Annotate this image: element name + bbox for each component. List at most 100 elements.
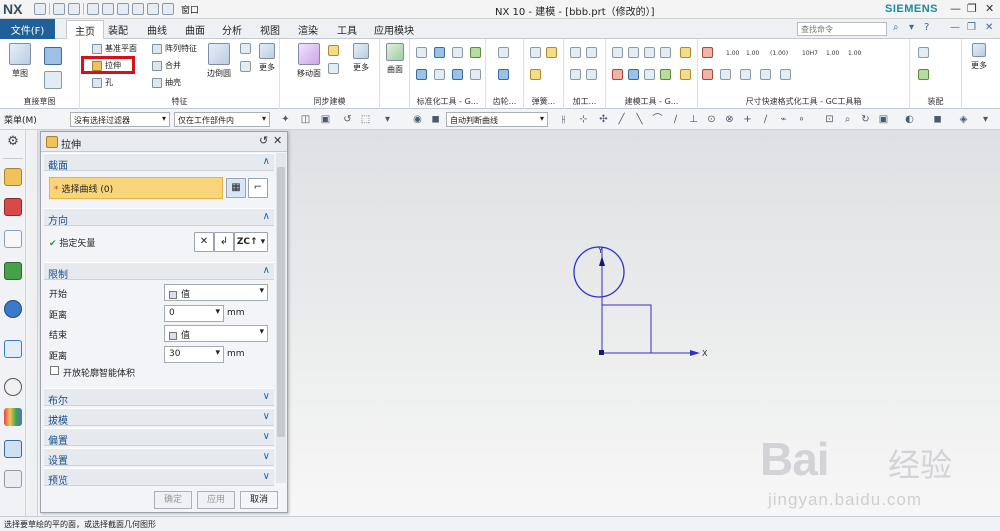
window-menu[interactable]: 窗口 xyxy=(181,3,199,16)
part-navigator-icon[interactable] xyxy=(4,230,22,248)
model-tool-1-icon[interactable] xyxy=(612,47,623,58)
profile-icon[interactable] xyxy=(44,47,62,65)
main-menu-button[interactable]: 菜单(M) xyxy=(4,113,37,126)
curve-rule-select[interactable]: 自动判断曲线 xyxy=(446,112,548,127)
cut-icon[interactable] xyxy=(87,3,99,15)
start-type-select[interactable]: 值 xyxy=(164,284,268,301)
mach-tool-3-icon[interactable] xyxy=(570,69,581,80)
display-options-icon[interactable]: ◈ xyxy=(958,114,969,125)
save-icon[interactable] xyxy=(34,3,46,15)
filter-icon[interactable]: ✦ xyxy=(280,114,291,125)
spring-tool-2-icon[interactable] xyxy=(546,47,557,58)
pull-face-icon[interactable] xyxy=(328,45,339,56)
std-tool-7-icon[interactable] xyxy=(452,69,463,80)
dim-tool-icon[interactable] xyxy=(702,47,713,58)
reuse-library-icon[interactable] xyxy=(4,262,22,280)
reverse-direction-button[interactable]: ✕ xyxy=(194,232,214,252)
orient-view-icon[interactable]: ◐ xyxy=(904,114,915,125)
section-header-offset[interactable]: 偏置 ∨ xyxy=(44,428,274,447)
restore-button[interactable]: ❐ xyxy=(967,2,977,15)
snap-quadrant-icon[interactable]: ⊗ xyxy=(724,114,735,125)
assembly-navigator-icon[interactable] xyxy=(4,168,22,186)
add-component-icon[interactable] xyxy=(918,69,929,80)
snap-center-icon[interactable]: ⊙ xyxy=(706,114,717,125)
copy-icon[interactable] xyxy=(102,3,114,15)
doc-close-button[interactable]: ✕ xyxy=(985,22,993,33)
fit-view-icon[interactable]: ⊡ xyxy=(824,114,835,125)
tab-assembly[interactable]: 装配 xyxy=(108,22,128,37)
asm-tool-1-icon[interactable] xyxy=(918,47,929,58)
std-tool-3-icon[interactable] xyxy=(452,47,463,58)
dialog-scrollbar[interactable] xyxy=(276,153,286,483)
std-tool-5-icon[interactable] xyxy=(416,69,427,80)
file-tab[interactable]: 文件(F) xyxy=(0,19,55,39)
dim-label-1[interactable]: 1.00 xyxy=(726,50,739,57)
snap-point-3-icon[interactable]: ╲ xyxy=(634,114,645,125)
model-tool-5-icon[interactable] xyxy=(680,47,691,58)
doc-minimize-button[interactable]: — xyxy=(950,22,960,33)
spring-tool-1-icon[interactable] xyxy=(530,47,541,58)
apply-button[interactable]: 应用 xyxy=(197,491,235,509)
type-filter-select[interactable]: 没有选择过滤器 xyxy=(70,112,170,127)
hd3d-tools-icon[interactable] xyxy=(4,300,22,318)
vector-type-dropdown[interactable]: ZC↑ ▾ xyxy=(234,232,268,252)
dim-label-2[interactable]: 1.00 xyxy=(746,50,759,57)
system-materials-icon[interactable] xyxy=(4,408,22,426)
follow-fillet-icon[interactable]: ⊹ xyxy=(578,114,589,125)
select-all-icon[interactable]: ◫ xyxy=(300,114,311,125)
diameter-icon[interactable] xyxy=(740,69,751,80)
model-tool-9-icon[interactable] xyxy=(660,69,671,80)
surface-button[interactable]: 曲面 xyxy=(382,43,408,75)
repeat-command-icon[interactable] xyxy=(147,3,159,15)
sketch-rectangle[interactable] xyxy=(601,304,652,354)
std-tool-6-icon[interactable] xyxy=(434,69,445,80)
minimize-button[interactable]: — xyxy=(950,2,961,15)
chamfer-icon[interactable] xyxy=(240,43,251,54)
end-type-select[interactable]: 值 xyxy=(164,325,268,342)
snap-point-7-icon[interactable]: + xyxy=(742,114,753,125)
dim-label-6[interactable]: 1.00 xyxy=(848,50,861,57)
dim-tool-2-icon[interactable] xyxy=(702,69,713,80)
dialog-close-icon[interactable]: ✕ xyxy=(273,134,282,147)
section-header-preview[interactable]: 预览 ∨ xyxy=(44,468,274,487)
deselect-icon[interactable]: ▾ xyxy=(382,114,393,125)
cancel-button[interactable]: 取消 xyxy=(240,491,278,509)
select-curve-row[interactable]: * 选择曲线 (0) xyxy=(49,177,223,199)
more-sync-button[interactable]: 更多 xyxy=(348,43,374,73)
body-select-icon[interactable]: ◉ xyxy=(412,114,423,125)
mach-tool-1-icon[interactable] xyxy=(570,47,581,58)
snap-point-6-icon[interactable]: ⊥ xyxy=(688,114,699,125)
diameter-2-icon[interactable] xyxy=(760,69,771,80)
model-tool-4-icon[interactable] xyxy=(660,47,671,58)
open-profile-checkbox[interactable] xyxy=(50,366,59,375)
tab-home[interactable]: 主页 xyxy=(66,20,104,39)
mach-tool-2-icon[interactable] xyxy=(586,47,597,58)
sketch-section-button[interactable]: ▦ xyxy=(226,178,246,198)
touch-mode-icon[interactable] xyxy=(132,3,144,15)
section-header-draft[interactable]: 拔模 ∨ xyxy=(44,408,274,427)
snap-point-2-icon[interactable]: ╱ xyxy=(616,114,627,125)
settings-icon[interactable]: ⚙ xyxy=(4,134,22,152)
curve-section-button[interactable]: ⌐ xyxy=(248,178,268,198)
rectangle-icon[interactable] xyxy=(44,71,62,89)
gear-tool-2-icon[interactable] xyxy=(498,69,509,80)
rotate-icon[interactable]: ↻ xyxy=(860,114,871,125)
window-icon[interactable] xyxy=(162,3,174,15)
dim-tool-3-icon[interactable] xyxy=(720,69,731,80)
stop-at-intersection-icon[interactable]: ⫲ xyxy=(558,114,569,125)
trim-body-icon[interactable] xyxy=(240,61,251,72)
spring-tool-3-icon[interactable] xyxy=(530,69,541,80)
paste-icon[interactable] xyxy=(117,3,129,15)
render-style-icon[interactable]: ▣ xyxy=(878,114,889,125)
roles-icon[interactable] xyxy=(4,470,22,488)
hole-button[interactable]: 孔 xyxy=(92,77,113,88)
help-icon[interactable]: ? xyxy=(924,22,929,33)
sketch-button[interactable]: 草图 xyxy=(6,43,34,79)
shell-button[interactable]: 抽壳 xyxy=(152,77,181,88)
constraint-navigator-icon[interactable] xyxy=(4,198,22,216)
end-distance-input[interactable]: 30 xyxy=(164,346,224,363)
dim-label-4[interactable]: 10H7 xyxy=(802,50,818,57)
datum-plane-button[interactable]: 基准平面 xyxy=(92,43,137,54)
offset-region-icon[interactable] xyxy=(328,63,339,74)
snap-point-10-icon[interactable]: ∘ xyxy=(796,114,807,125)
